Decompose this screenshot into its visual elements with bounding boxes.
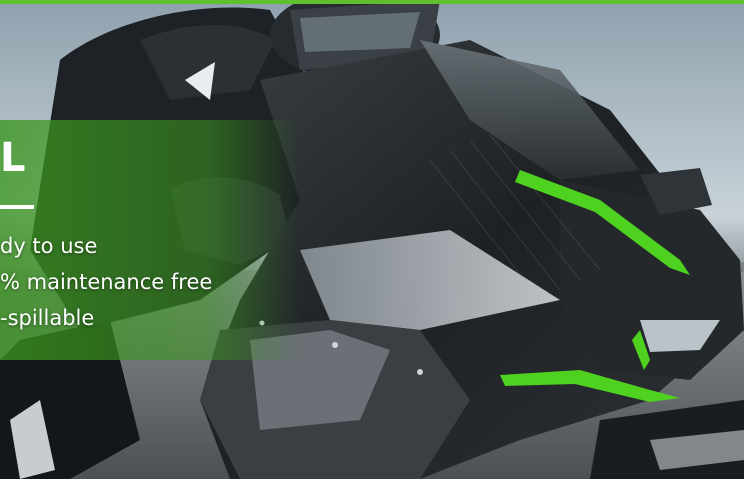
heading-underline — [0, 205, 34, 209]
feature-item: % maintenance free — [0, 270, 213, 294]
top-accent-bar — [0, 0, 744, 4]
feature-item: dy to use — [0, 234, 98, 258]
feature-item: -spillable — [0, 306, 95, 330]
hero-heading: L — [0, 135, 26, 181]
feature-list: dy to use % maintenance free -spillable — [0, 228, 212, 336]
